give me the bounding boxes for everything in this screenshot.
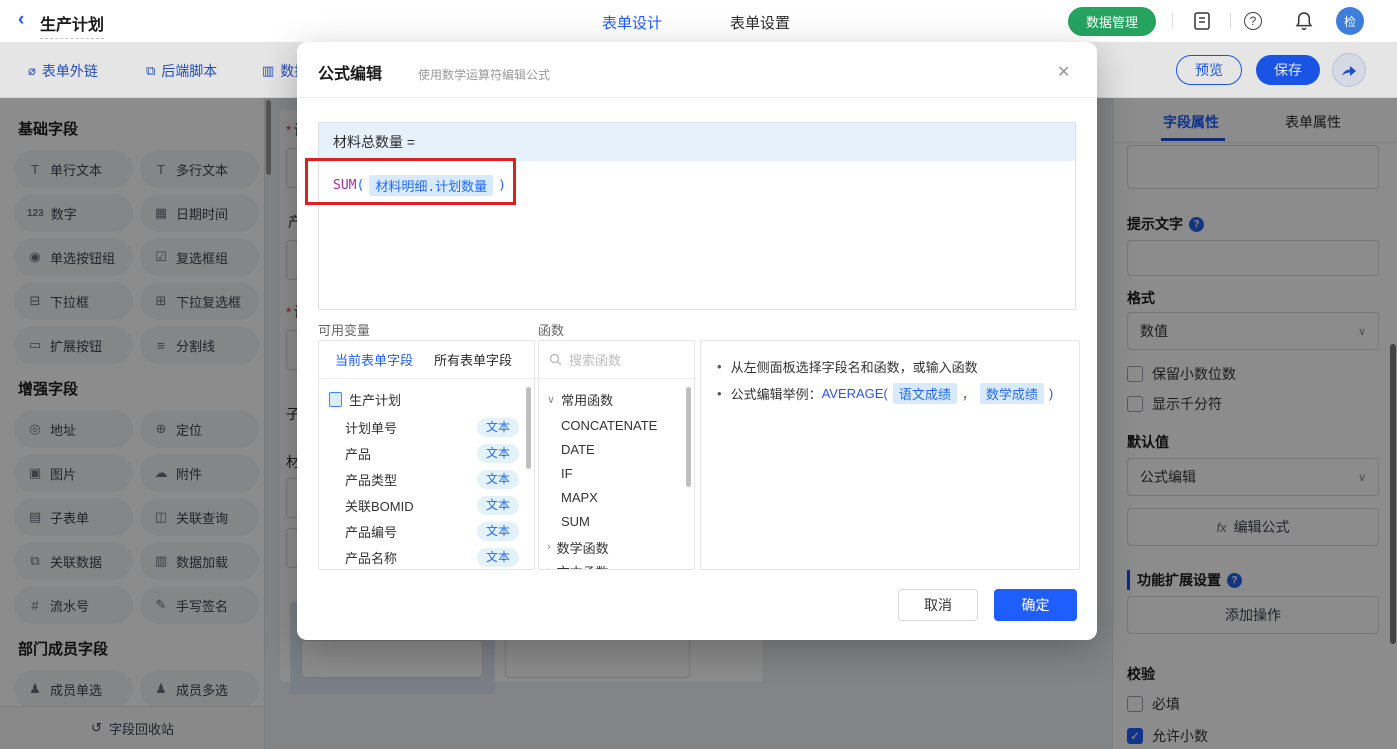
tab-all-form-fields[interactable]: 所有表单字段 bbox=[434, 350, 512, 369]
type-tag: 文本 bbox=[476, 417, 519, 437]
caret-closed-icon: › bbox=[547, 541, 551, 553]
variable-row[interactable]: 关联BOMID 文本 bbox=[319, 493, 534, 517]
back-icon[interactable]: ‹ bbox=[18, 9, 24, 31]
function-group-text[interactable]: ›文本函数 bbox=[539, 559, 694, 570]
hint-line-2: • 公式编辑举例： AVERAGE ( 语文成绩 ， 数学成绩 ) bbox=[717, 383, 1053, 404]
paren-close: ) bbox=[1048, 386, 1054, 401]
type-tag: 文本 bbox=[476, 547, 519, 567]
type-tag: 文本 bbox=[476, 469, 519, 489]
function-item[interactable]: CONCATENATE bbox=[539, 413, 694, 437]
avatar[interactable]: 检 bbox=[1336, 7, 1364, 35]
confirm-button[interactable]: 确定 bbox=[994, 589, 1077, 621]
variables-label: 可用变量 bbox=[318, 323, 371, 338]
comma: ， bbox=[961, 387, 975, 402]
nav-tab-form-design[interactable]: 表单设计 bbox=[602, 12, 662, 33]
function-search-input[interactable]: 搜索函数 bbox=[539, 341, 694, 379]
variables-scrollbar[interactable] bbox=[526, 387, 531, 469]
hint-panel: • 从左侧面板选择字段名和函数，或输入函数 • 公式编辑举例： AVERAGE … bbox=[700, 340, 1080, 570]
formula-editor-modal: 公式编辑 使用数学运算符编辑公式 ✕ 材料总数量 = SUM ( 材料明细.计划… bbox=[297, 42, 1097, 640]
type-tag: 文本 bbox=[476, 443, 519, 463]
page-title: 生产计划 bbox=[40, 11, 105, 39]
close-icon[interactable]: ✕ bbox=[1057, 62, 1070, 82]
nav-tab-form-settings[interactable]: 表单设置 bbox=[730, 12, 790, 33]
top-header: ‹ 生产计划 表单设计 表单设置 数据管理 ? 检 bbox=[0, 0, 1397, 42]
variable-row[interactable]: 产品编号 文本 bbox=[319, 519, 534, 543]
form-doc-icon bbox=[329, 391, 342, 407]
annotation-highlight-box bbox=[305, 158, 516, 205]
modal-subtitle: 使用数学运算符编辑公式 bbox=[418, 68, 551, 82]
search-icon bbox=[549, 353, 562, 366]
variables-tabs: 当前表单字段 所有表单字段 bbox=[319, 341, 534, 379]
data-manage-button[interactable]: 数据管理 bbox=[1068, 7, 1157, 36]
variable-row[interactable]: 产品名称 文本 bbox=[319, 545, 534, 569]
formula-target-row: 材料总数量 = bbox=[319, 123, 1075, 161]
modal-title: 公式编辑 bbox=[318, 66, 383, 83]
type-tag: 文本 bbox=[476, 521, 519, 541]
divider bbox=[1230, 13, 1231, 29]
caret-open-icon: ∨ bbox=[547, 393, 556, 406]
cancel-button[interactable]: 取消 bbox=[898, 589, 978, 621]
variable-row[interactable]: 产品类型 文本 bbox=[319, 467, 534, 491]
function-item[interactable]: SUM bbox=[539, 509, 694, 533]
help-icon[interactable]: ? bbox=[1244, 12, 1262, 30]
variable-row[interactable]: 计划单号 文本 bbox=[319, 415, 534, 439]
function-item[interactable]: DATE bbox=[539, 437, 694, 461]
function-item[interactable]: IF bbox=[539, 461, 694, 485]
functions-panel: 搜索函数 ∨ 常用函数 CONCATENATE DATE IF MAPX SUM … bbox=[538, 340, 695, 570]
example-function-name: AVERAGE bbox=[821, 386, 884, 401]
divider bbox=[297, 97, 1097, 98]
variables-panel: 当前表单字段 所有表单字段 生产计划 计划单号 文本 产品 文本 产品类型 文本 关联… bbox=[318, 340, 535, 570]
divider bbox=[1172, 13, 1173, 29]
example-token: 语文成绩 bbox=[892, 383, 957, 404]
address-book-icon[interactable] bbox=[1192, 11, 1212, 34]
app: ‹ 生产计划 表单设计 表单设置 数据管理 ? 检 ⌀ 表单外链 ⧉ 后端脚本 … bbox=[0, 0, 1397, 749]
caret-closed-icon: › bbox=[547, 565, 551, 569]
type-tag: 文本 bbox=[476, 495, 519, 515]
paren-open: ( bbox=[883, 386, 888, 401]
bullet: • bbox=[717, 386, 722, 401]
variable-row[interactable]: 产品 文本 bbox=[319, 441, 534, 465]
hint-line-1: • 从左侧面板选择字段名和函数，或输入函数 bbox=[717, 359, 978, 375]
function-group-math[interactable]: › 数学函数 bbox=[539, 535, 694, 559]
formula-editor-box[interactable]: 材料总数量 = SUM ( 材料明细.计划数量 ) bbox=[318, 122, 1076, 310]
functions-label: 函数 bbox=[538, 323, 565, 338]
tab-current-form-fields[interactable]: 当前表单字段 bbox=[335, 350, 413, 369]
tree-root-production-plan[interactable]: 生产计划 bbox=[319, 387, 534, 411]
example-token: 数学成绩 bbox=[979, 383, 1044, 404]
functions-scrollbar[interactable] bbox=[686, 387, 691, 487]
bullet: • bbox=[717, 359, 722, 374]
notification-bell-icon[interactable] bbox=[1294, 10, 1314, 35]
function-item[interactable]: MAPX bbox=[539, 485, 694, 509]
function-group-common[interactable]: ∨ 常用函数 bbox=[539, 387, 694, 411]
